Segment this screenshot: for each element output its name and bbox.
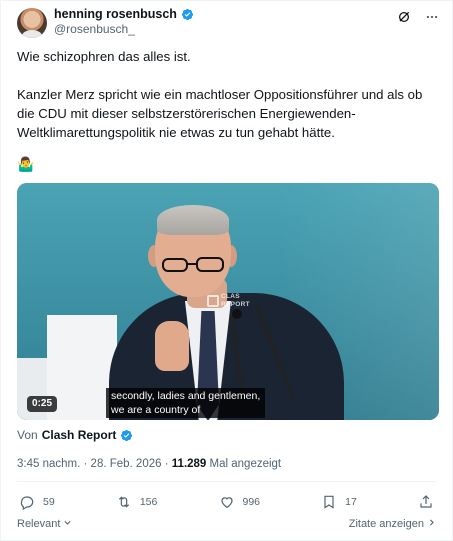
chevron-right-icon xyxy=(429,519,434,526)
source-link[interactable]: Clash Report xyxy=(42,427,117,443)
watermark-line-2: REPORT xyxy=(221,301,250,308)
author-names: henning rosenbusch @rosenbusch_ xyxy=(54,7,194,37)
reply-icon xyxy=(20,496,34,510)
subtitle-line-2: we are a country of xyxy=(111,404,201,416)
retweet-count: 156 xyxy=(139,496,158,508)
video-source: Von Clash Report xyxy=(17,427,133,443)
like-count: 996 xyxy=(242,496,261,508)
tweet-line-1: Wie schizophren das alles ist. xyxy=(17,49,191,64)
video-player[interactable]: CLAS REPORT secondly, ladies and gentlem… xyxy=(17,183,439,420)
tweet-time[interactable]: 3:45 nachm. xyxy=(17,458,80,470)
bookmark-button[interactable]: 17 xyxy=(321,494,357,510)
watermark-text: CLAS REPORT xyxy=(221,293,250,309)
speaker-glasses xyxy=(162,257,224,272)
chevron-down-icon xyxy=(64,520,72,525)
meta-separator-2: · xyxy=(164,458,169,470)
verified-badge-icon xyxy=(181,8,193,21)
name-row: henning rosenbusch xyxy=(54,7,194,22)
grok-icon[interactable] xyxy=(396,9,412,25)
reply-button[interactable]: 59 xyxy=(19,494,55,510)
views-count: 11.289 xyxy=(171,458,207,470)
meta-separator-1: · xyxy=(83,458,88,470)
retweet-icon xyxy=(118,496,129,508)
clash-report-watermark: CLAS REPORT xyxy=(207,291,257,313)
share-button[interactable] xyxy=(418,494,434,510)
video-subtitle: secondly, ladies and gentlemen, we are a… xyxy=(106,388,266,418)
bookmark-count: 17 xyxy=(345,496,357,508)
header-actions xyxy=(396,9,440,25)
heart-icon xyxy=(220,497,233,509)
tweet-text: Wie schizophren das alles ist. Kanzler M… xyxy=(17,47,436,142)
tweet-meta: 3:45 nachm. · 28. Feb. 2026 · 11.289 Mal… xyxy=(17,456,281,472)
reply-footer: Relevant Zitate anzeigen xyxy=(17,517,436,531)
divider xyxy=(17,481,436,482)
speaker-hand xyxy=(155,321,189,371)
source-verified-badge-icon xyxy=(121,429,133,441)
quotes-label: Zitate anzeigen xyxy=(348,518,424,530)
tweet-paragraph-2: Kanzler Merz spricht wie ein machtloser … xyxy=(17,87,423,140)
tweet-card: henning rosenbusch @rosenbusch_ Wie schi… xyxy=(0,0,453,541)
like-button[interactable]: 996 xyxy=(219,494,261,510)
author-display-name[interactable]: henning rosenbusch xyxy=(54,7,177,22)
video-duration-badge: 0:25 xyxy=(27,396,58,412)
reply-count: 59 xyxy=(43,496,55,508)
more-options-icon[interactable] xyxy=(424,9,440,25)
view-quotes-link[interactable]: Zitate anzeigen xyxy=(349,517,436,531)
shrug-emoji: 🤷‍♂️ xyxy=(17,156,35,172)
bookmark-icon xyxy=(324,495,334,509)
retweet-button[interactable]: 156 xyxy=(116,494,158,510)
source-prefix: Von xyxy=(17,428,38,442)
speaker-hair xyxy=(157,205,229,235)
share-icon xyxy=(420,495,432,508)
watermark-mark-icon xyxy=(207,295,219,307)
author-handle[interactable]: @rosenbusch_ xyxy=(54,22,194,37)
subtitle-line-1: secondly, ladies and gentlemen, xyxy=(111,390,261,402)
watermark-line-1: CLAS xyxy=(221,293,240,300)
tweet-header: henning rosenbusch @rosenbusch_ xyxy=(17,7,440,43)
action-bar: 59 156 996 17 xyxy=(19,493,434,511)
tweet-date[interactable]: 28. Feb. 2026 xyxy=(91,458,162,470)
views-label: Mal angezeigt xyxy=(209,458,282,470)
avatar[interactable] xyxy=(17,8,47,38)
sort-label: Relevant xyxy=(17,518,61,530)
sort-dropdown[interactable]: Relevant xyxy=(17,517,72,531)
